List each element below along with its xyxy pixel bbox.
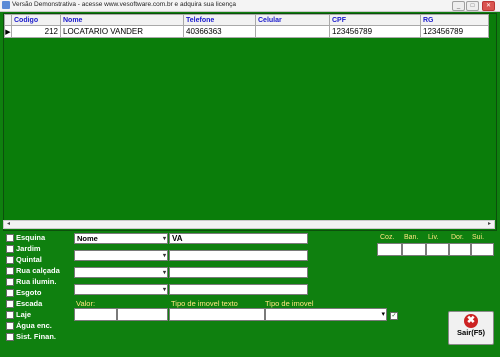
checkbox-label: Rua calçada	[16, 266, 60, 275]
title-bar: Versão Demonstrativa - acesse www.vesoft…	[0, 0, 500, 12]
checkbox-jardim[interactable]: Jardim	[6, 244, 41, 254]
tipo-imovel-label: Tipo de imovel	[265, 299, 314, 308]
checkbox-box[interactable]	[6, 245, 14, 254]
checkbox-box[interactable]	[6, 333, 14, 342]
checkbox-label: Laje	[16, 310, 32, 319]
checkbox-label: Sist. Finan.	[16, 332, 57, 341]
checkbox-box[interactable]	[6, 311, 14, 320]
cell-codigo[interactable]: 212	[11, 25, 61, 38]
filter-field-select-4[interactable]: ▾	[74, 284, 168, 295]
checkbox-rua-ilumin[interactable]: Rua ilumin.	[6, 277, 56, 287]
checkbox-box[interactable]	[6, 267, 14, 276]
cell-telefone[interactable]: 40366363	[183, 25, 256, 38]
col-header-telefone[interactable]: Telefone	[183, 14, 256, 26]
checkbox-escada[interactable]: Escada	[6, 299, 42, 309]
scroll-left-icon[interactable]: ◂	[4, 221, 13, 228]
checkbox-label: Rua ilumin.	[16, 277, 57, 286]
sair-button[interactable]: ✖ Sair(F5)	[448, 311, 494, 345]
input-sui[interactable]	[471, 243, 494, 256]
filter-field-select-3[interactable]: ▾	[74, 267, 168, 278]
checkbox-label: Água enc.	[16, 321, 52, 330]
tipo-imovel-select[interactable]: ▾	[265, 308, 387, 321]
checkbox-quintal[interactable]: Quintal	[6, 255, 42, 265]
chevron-down-icon[interactable]: ▾	[163, 251, 166, 261]
valor-label: Valor:	[76, 299, 96, 308]
filter-field-select-1[interactable]: Nome ▾	[74, 233, 168, 244]
results-grid[interactable]: Codigo Nome Telefone Celular CPF RG ▶ 21…	[3, 13, 497, 231]
filter-value-input-3[interactable]	[169, 267, 308, 278]
table-row[interactable]: ▶ 212 LOCATARIO VANDER 40366363 12345678…	[4, 25, 489, 38]
filter-value-input-1[interactable]: VA	[169, 233, 308, 244]
input-liv[interactable]	[426, 243, 449, 256]
label-liv: Liv.	[428, 234, 439, 241]
label-sui: Sui.	[472, 234, 485, 241]
app-icon	[2, 1, 10, 9]
valor-max-input[interactable]	[117, 308, 168, 321]
close-button[interactable]: ✕	[482, 1, 495, 11]
grid-header-row: Codigo Nome Telefone Celular CPF RG	[4, 14, 489, 26]
checkbox-label: Esquina	[16, 233, 46, 242]
maximize-button[interactable]: □	[466, 1, 479, 11]
main-window: Versão Demonstrativa - acesse www.vesoft…	[0, 0, 500, 357]
label-coz: Coz.	[380, 234, 395, 241]
chevron-down-icon[interactable]: ▾	[163, 268, 166, 278]
valor-min-input[interactable]	[74, 308, 117, 321]
row-indicator-icon: ▶	[4, 25, 12, 38]
filter-value-input-4[interactable]	[169, 284, 308, 295]
tipo-imovel-texto-label: Tipo de imovel texto	[171, 299, 238, 308]
col-header-nome[interactable]: Nome	[60, 14, 184, 26]
checkbox-label: Escada	[16, 299, 43, 308]
checkbox-box[interactable]	[6, 289, 14, 298]
grid-indicator-header	[4, 14, 12, 26]
cell-celular[interactable]	[255, 25, 330, 38]
checkbox-box[interactable]	[6, 278, 14, 287]
checkbox-agua-enc[interactable]: Água enc.	[6, 321, 52, 331]
horizontal-scrollbar[interactable]: ◂ ▸	[3, 220, 495, 229]
checkbox-laje[interactable]: Laje	[6, 310, 31, 320]
filter-field-select-2[interactable]: ▾	[74, 250, 168, 261]
minimize-button[interactable]: _	[452, 1, 465, 11]
col-header-codigo[interactable]: Codigo	[11, 14, 61, 26]
checkbox-box[interactable]	[6, 322, 14, 331]
checkbox-esgoto[interactable]: Esgoto	[6, 288, 41, 298]
exit-icon: ✖	[464, 314, 478, 328]
select-value: Nome	[77, 234, 98, 243]
sair-button-label: Sair(F5)	[457, 328, 485, 337]
input-ban[interactable]	[402, 243, 426, 256]
col-header-rg[interactable]: RG	[420, 14, 489, 26]
checkbox-box[interactable]	[6, 300, 14, 309]
cell-cpf[interactable]: 123456789	[329, 25, 421, 38]
input-dor[interactable]	[449, 243, 471, 256]
checkbox-esquina[interactable]: Esquina	[6, 233, 45, 243]
input-coz[interactable]	[377, 243, 402, 256]
scroll-right-icon[interactable]: ▸	[485, 221, 494, 228]
filter-value-input-2[interactable]	[169, 250, 308, 261]
checkbox-label: Quintal	[16, 255, 42, 264]
label-dor: Dor.	[451, 234, 464, 241]
col-header-celular[interactable]: Celular	[255, 14, 330, 26]
cell-nome[interactable]: LOCATARIO VANDER	[60, 25, 184, 38]
checkbox-box[interactable]	[6, 234, 14, 243]
checkbox-label: Jardim	[16, 244, 41, 253]
window-title: Versão Demonstrativa - acesse www.vesoft…	[12, 1, 236, 8]
checkbox-label: Esgoto	[16, 288, 42, 297]
tipo-imovel-texto-input[interactable]	[169, 308, 265, 321]
checkbox-rua-calcada[interactable]: Rua calçada	[6, 266, 60, 276]
chevron-down-icon[interactable]: ▾	[163, 285, 166, 295]
chevron-down-icon[interactable]: ▾	[163, 234, 166, 244]
col-header-cpf[interactable]: CPF	[329, 14, 421, 26]
cell-rg[interactable]: 123456789	[420, 25, 489, 38]
checkbox-box[interactable]	[6, 256, 14, 265]
checkbox-sist-finan[interactable]: Sist. Finan.	[6, 332, 56, 342]
chevron-down-icon[interactable]: ▾	[381, 310, 385, 318]
tipo-imovel-checkbox[interactable]: ✓	[390, 312, 398, 320]
label-ban: Ban.	[404, 234, 419, 241]
